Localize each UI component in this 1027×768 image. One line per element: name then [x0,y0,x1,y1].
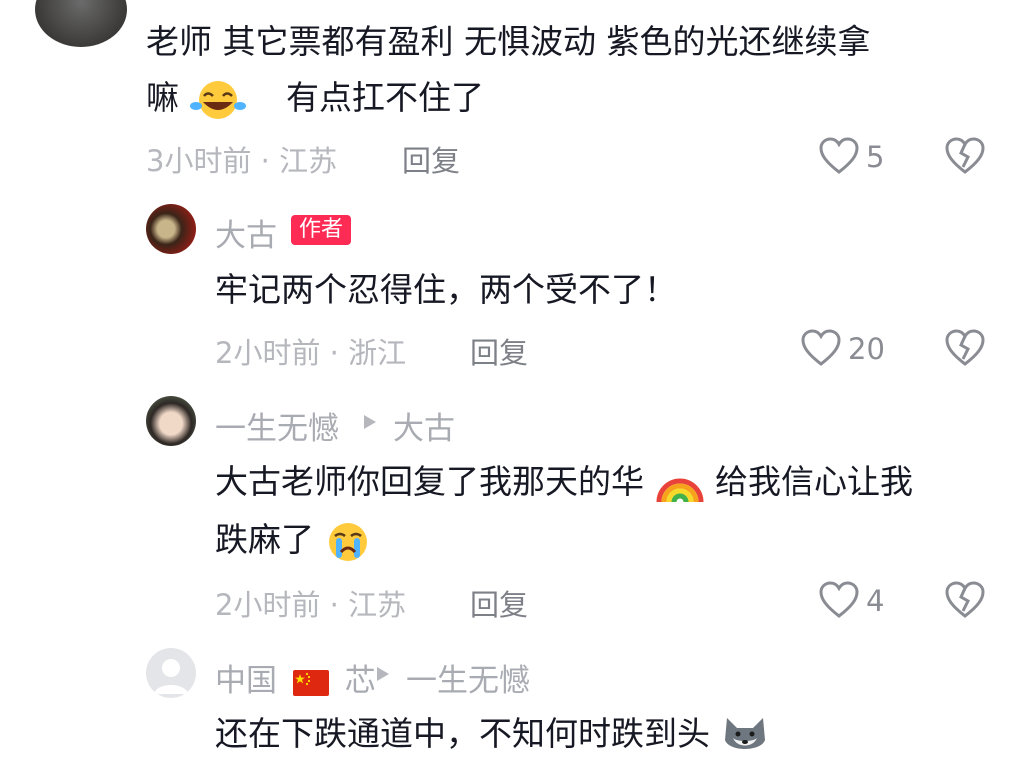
play-triangle-icon [364,415,376,429]
comment-text-fragment: 跌麻了 [215,520,314,559]
comment-text-line-1: 老师 其它票都有盈利 无惧波动 紫色的光还继续拿 [146,22,871,61]
comment-text-fragment: 有点扛不住了 [286,78,484,117]
like-count: 20 [848,332,885,366]
comment-text-line-2: 跌麻了 [215,518,371,564]
play-triangle-icon [377,667,389,681]
comment-text: 还在下跌通道中，不知何时跌到头 [215,712,769,758]
like-count: 4 [866,584,885,618]
default-avatar-icon [154,659,188,694]
comment-text: 牢记两个忍得住，两个受不了！ [215,270,677,309]
broken-heart-icon[interactable] [944,329,986,367]
avatar[interactable] [146,204,196,254]
rainbow-emoji-icon [656,478,703,502]
like-count: 5 [866,140,885,174]
username-fragment: 芯 [344,663,376,699]
heart-outline-icon[interactable] [818,137,860,175]
reply-button[interactable]: 回复 [402,138,460,180]
author-badge: 作者 [291,215,352,245]
broken-heart-icon[interactable] [944,137,986,175]
comment-text-fragment: 还在下跌通道中，不知何时跌到头 [215,714,710,753]
laughing-tears-emoji-icon [189,80,246,119]
heart-outline-icon[interactable] [800,329,842,367]
broken-heart-icon[interactable] [944,581,986,619]
username[interactable]: 大古 [215,210,277,255]
crying-face-emoji-icon [328,522,367,561]
reply-button[interactable]: 回复 [470,330,528,372]
comment-text-line-2: 嘛 有点扛不住了 [146,76,484,122]
avatar[interactable] [146,648,196,698]
wolf-face-emoji-icon [724,717,765,749]
reply-button[interactable]: 回复 [470,582,528,624]
timestamp-location: 3小时前 · 江苏 [146,144,338,178]
username[interactable]: 一生无憾 [215,403,339,448]
china-flag-icon [292,669,329,696]
avatar[interactable] [146,396,196,446]
username[interactable]: 中国 芯 [215,655,376,700]
username-fragment: 中国 [215,663,277,699]
heart-outline-icon[interactable] [818,581,860,619]
reply-to-username[interactable]: 一生无憾 [406,655,530,700]
comment-text-fragment: 嘛 [146,78,179,117]
timestamp-location: 2小时前 · 浙江 [215,336,407,370]
avatar[interactable] [35,0,127,47]
comment-text-fragment: 给我信心让我 [715,462,913,501]
comment-text-line-1: 大古老师你回复了我那天的华 给我信心让我 [215,460,913,506]
comment-text-fragment: 大古老师你回复了我那天的华 [215,462,644,501]
reply-to-username[interactable]: 大古 [393,403,455,448]
timestamp-location: 2小时前 · 江苏 [215,588,407,622]
